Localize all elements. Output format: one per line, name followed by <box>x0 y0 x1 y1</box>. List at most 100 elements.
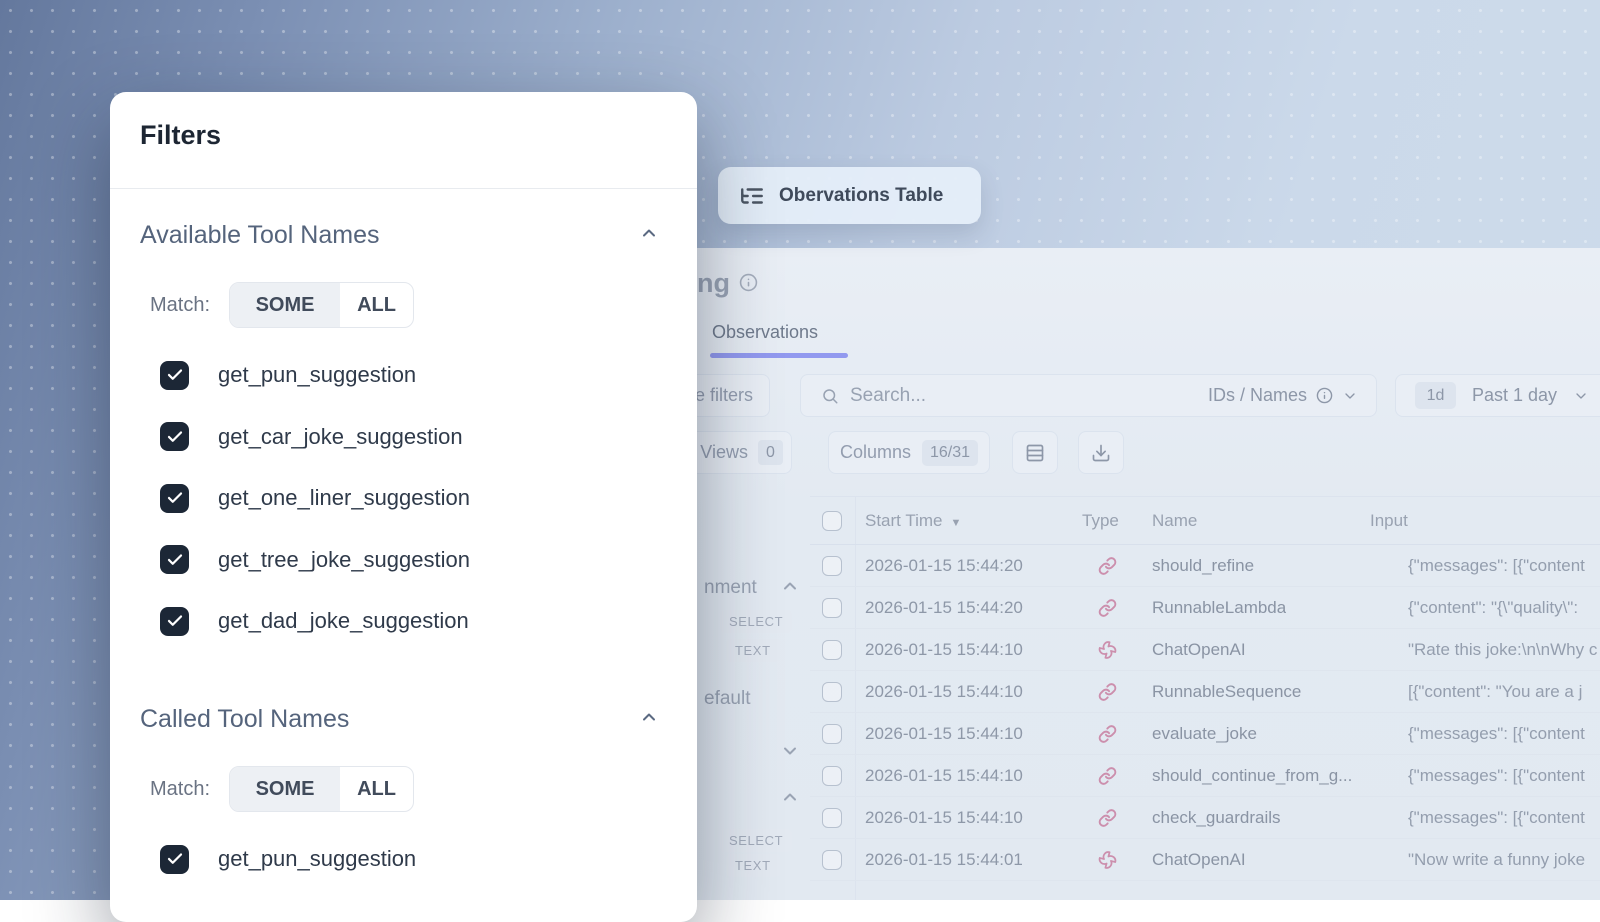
cell-name: ChatOpenAI <box>1152 850 1246 870</box>
row-height-button[interactable] <box>1012 431 1058 474</box>
cell-start-time: 2026-01-15 15:44:10 <box>865 682 1023 702</box>
cell-input: {"messages": [{"content <box>1408 724 1585 744</box>
cell-name: RunnableLambda <box>1152 598 1286 618</box>
row-checkbox[interactable] <box>822 766 842 786</box>
checked-checkbox[interactable] <box>160 484 189 513</box>
column-header-start-time[interactable]: Start Time▼ <box>865 511 961 531</box>
chevron-down-icon <box>1573 388 1589 404</box>
cell-input: [{"content": "You are a j <box>1408 682 1582 702</box>
checked-checkbox[interactable] <box>160 845 189 874</box>
column-header-name[interactable]: Name <box>1152 511 1197 531</box>
row-checkbox[interactable] <box>822 556 842 576</box>
link-icon <box>1098 682 1117 701</box>
match-toggle: SOMEALL <box>229 282 414 328</box>
tool-name-label: get_tree_joke_suggestion <box>218 547 470 573</box>
select-all-checkbox[interactable] <box>822 511 842 531</box>
row-checkbox[interactable] <box>822 682 842 702</box>
fan-icon <box>1098 640 1117 659</box>
tool-name-filter-item[interactable]: get_tree_joke_suggestion <box>160 545 697 574</box>
tool-name-filter-item[interactable]: get_dad_joke_suggestion <box>160 607 697 636</box>
cell-start-time: 2026-01-15 15:44:10 <box>865 724 1023 744</box>
search-input[interactable]: Search... IDs / Names <box>800 374 1377 417</box>
chevron-up-icon <box>639 707 659 732</box>
background-fragment-tag: TEXT <box>726 639 780 662</box>
table-row[interactable]: 2026-01-15 15:44:01ChatOpenAI"Now write … <box>810 839 1600 881</box>
match-option-some[interactable]: SOME <box>230 767 340 811</box>
download-icon <box>1091 443 1111 463</box>
info-icon <box>739 273 758 297</box>
active-tab-underline <box>710 353 848 358</box>
search-icon <box>821 387 839 405</box>
search-placeholder: Search... <box>850 385 926 407</box>
time-range-selector[interactable]: 1d Past 1 day <box>1395 374 1600 417</box>
background-fragment: nment <box>704 577 757 599</box>
tool-name-filter-item[interactable]: get_pun_suggestion <box>160 845 697 874</box>
checked-checkbox[interactable] <box>160 422 189 451</box>
tool-name-label: get_pun_suggestion <box>218 846 416 872</box>
chevron-up-icon[interactable] <box>780 787 800 812</box>
background-fragment: efault <box>704 688 750 710</box>
checked-checkbox[interactable] <box>160 607 189 636</box>
cell-name: should_continue_from_g... <box>1152 766 1352 786</box>
time-range-badge: 1d <box>1415 382 1456 409</box>
match-row: Match: SOMEALL <box>150 766 697 812</box>
search-scope-dropdown[interactable]: IDs / Names <box>1208 385 1358 406</box>
column-header-type[interactable]: Type <box>1082 511 1119 531</box>
match-option-all[interactable]: ALL <box>340 283 413 327</box>
filters-modal: Filters Available Tool NamesMatch:SOMEAL… <box>110 92 697 922</box>
tool-name-filter-item[interactable]: get_pun_suggestion <box>160 361 697 390</box>
row-checkbox[interactable] <box>822 640 842 660</box>
filter-section-title: Available Tool Names <box>140 221 380 250</box>
cell-name: RunnableSequence <box>1152 682 1301 702</box>
link-icon <box>1098 724 1117 743</box>
list-tree-icon <box>739 183 765 209</box>
table-row[interactable]: 2026-01-15 15:44:10ChatOpenAI"Rate this … <box>810 629 1600 671</box>
cell-name: should_refine <box>1152 556 1254 576</box>
observations-table: Start Time▼ Type Name Input 2026-01-15 1… <box>810 496 1600 900</box>
tool-name-filter-item[interactable]: get_car_joke_suggestion <box>160 422 697 451</box>
checked-checkbox[interactable] <box>160 545 189 574</box>
cell-start-time: 2026-01-15 15:44:10 <box>865 640 1023 660</box>
sort-desc-icon: ▼ <box>950 517 961 529</box>
table-row[interactable]: 2026-01-15 15:44:20RunnableLambda{"conte… <box>810 587 1600 629</box>
cell-input: {"content": "{\"quality\": <box>1408 598 1578 618</box>
row-checkbox[interactable] <box>822 724 842 744</box>
cell-start-time: 2026-01-15 15:44:10 <box>865 766 1023 786</box>
row-checkbox[interactable] <box>822 850 842 870</box>
match-row: Match: SOMEALL <box>150 282 697 328</box>
tool-name-label: get_car_joke_suggestion <box>218 424 463 450</box>
column-header-input[interactable]: Input <box>1370 511 1408 531</box>
filter-section-header[interactable]: Available Tool Names <box>140 221 659 250</box>
link-icon <box>1098 556 1117 575</box>
match-option-some[interactable]: SOME <box>230 283 340 327</box>
checked-checkbox[interactable] <box>160 361 189 390</box>
tab-observations[interactable]: Observations <box>712 322 818 343</box>
table-row[interactable]: 2026-01-15 15:44:10 should_continue_from_… <box>810 755 1600 797</box>
row-checkbox[interactable] <box>822 808 842 828</box>
filter-section: Called Tool Names Match: SOMEALL get_pun_su… <box>110 691 697 874</box>
match-option-all[interactable]: ALL <box>340 767 413 811</box>
background-fragment-tag: SELECT <box>720 610 792 633</box>
columns-button[interactable]: Columns 16/31 <box>828 431 990 474</box>
row-checkbox[interactable] <box>822 598 842 618</box>
observations-page: ng s Observations ide filters Search... … <box>600 248 1600 900</box>
export-button[interactable] <box>1078 431 1124 474</box>
chevron-up-icon[interactable] <box>780 576 800 601</box>
match-label: Match: <box>150 294 210 317</box>
cell-input: "Now write a funny joke <box>1408 850 1585 870</box>
fan-icon <box>1098 850 1117 869</box>
table-row[interactable]: 2026-01-15 15:44:10check_guardrails{"mes… <box>810 797 1600 839</box>
chevron-down-icon[interactable] <box>780 741 800 766</box>
tooltip-label: Obervations Table <box>779 185 943 207</box>
table-row[interactable]: 2026-01-15 15:44:20should_refine{"messag… <box>810 545 1600 587</box>
table-row[interactable]: 2026-01-15 15:44:10 RunnableSequence [{"co… <box>810 671 1600 713</box>
cell-input: {"messages": [{"content <box>1408 766 1585 786</box>
chevron-up-icon <box>639 223 659 248</box>
filter-section-header[interactable]: Called Tool Names <box>140 705 659 734</box>
tool-name-filter-item[interactable]: get_one_liner_suggestion <box>160 484 697 513</box>
filter-section-title: Called Tool Names <box>140 705 349 734</box>
match-label: Match: <box>150 778 210 801</box>
cell-input: {"messages": [{"content <box>1408 556 1585 576</box>
table-row[interactable]: 2026-01-15 15:44:10evaluate_joke{"messag… <box>810 713 1600 755</box>
backdrop: ng s Observations ide filters Search... … <box>0 0 1600 900</box>
